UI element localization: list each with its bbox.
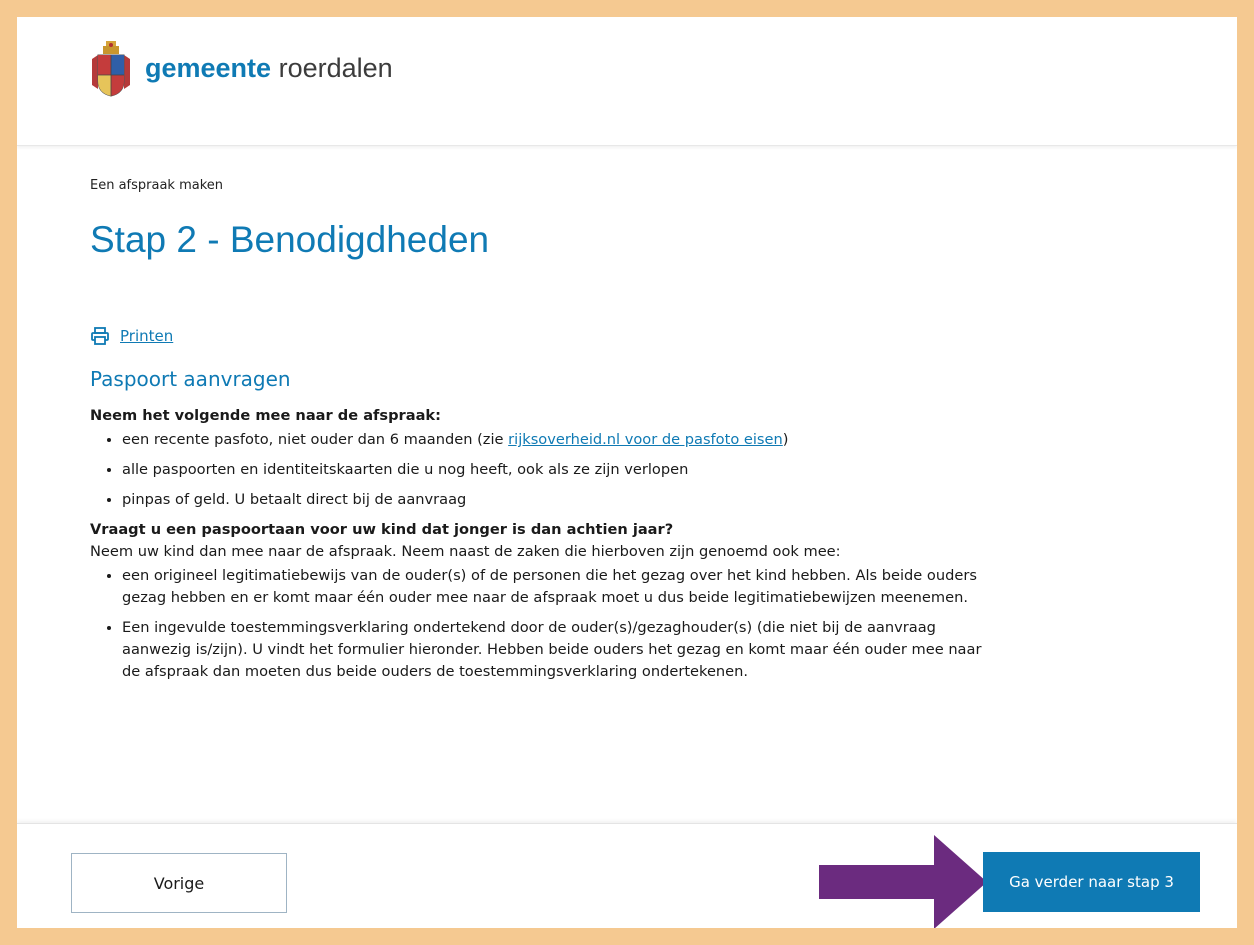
requirements-list: een recente pasfoto, niet ouder dan 6 ma… bbox=[90, 429, 1010, 511]
next-step-button[interactable]: Ga verder naar stap 3 bbox=[983, 852, 1200, 912]
brand-rest: roerdalen bbox=[278, 53, 393, 83]
previous-button[interactable]: Vorige bbox=[71, 853, 287, 913]
requirements-text: Neem het volgende mee naar de afspraak: … bbox=[90, 405, 1010, 691]
breadcrumb[interactable]: Een afspraak maken bbox=[90, 178, 223, 193]
section-title: Paspoort aanvragen bbox=[90, 367, 291, 391]
list-item: een origineel legitimatiebewijs van de o… bbox=[122, 565, 1002, 609]
arrow-right-icon bbox=[819, 835, 987, 928]
list-item: pinpas of geld. U betaalt direct bij de … bbox=[122, 489, 1010, 511]
site-header: gemeente roerdalen bbox=[17, 17, 1237, 146]
page-frame: gemeente roerdalen Een afspraak maken St… bbox=[17, 17, 1237, 928]
page-title: Stap 2 - Benodigdheden bbox=[90, 219, 490, 260]
printer-icon[interactable] bbox=[90, 326, 110, 346]
site-brand[interactable]: gemeente roerdalen bbox=[145, 53, 393, 84]
child-question: Vraagt u een paspoortaan voor uw kind da… bbox=[90, 521, 674, 538]
print-link[interactable]: Printen bbox=[90, 326, 173, 346]
list-item-text: ) bbox=[782, 431, 789, 448]
child-requirements-list: een origineel legitimatiebewijs van de o… bbox=[90, 565, 1010, 683]
list-item: een recente pasfoto, niet ouder dan 6 ma… bbox=[122, 429, 1010, 451]
intro-bold: Neem het volgende mee naar de afspraak: bbox=[90, 407, 441, 424]
footer-nav: Vorige Ga verder naar stap 3 bbox=[17, 823, 1237, 928]
coat-of-arms-icon[interactable] bbox=[90, 41, 132, 97]
list-item: Een ingevulde toestemmingsverklaring ond… bbox=[122, 617, 1002, 683]
print-link-label[interactable]: Printen bbox=[120, 327, 173, 345]
brand-bold: gemeente bbox=[145, 53, 272, 83]
child-intro: Neem uw kind dan mee naar de afspraak. N… bbox=[90, 543, 841, 560]
list-item: alle paspoorten en identiteitskaarten di… bbox=[122, 459, 1010, 481]
pasfoto-eisen-link[interactable]: rijksoverheid.nl voor de pasfoto eisen bbox=[508, 431, 783, 448]
list-item-text: een recente pasfoto, niet ouder dan 6 ma… bbox=[122, 431, 509, 448]
